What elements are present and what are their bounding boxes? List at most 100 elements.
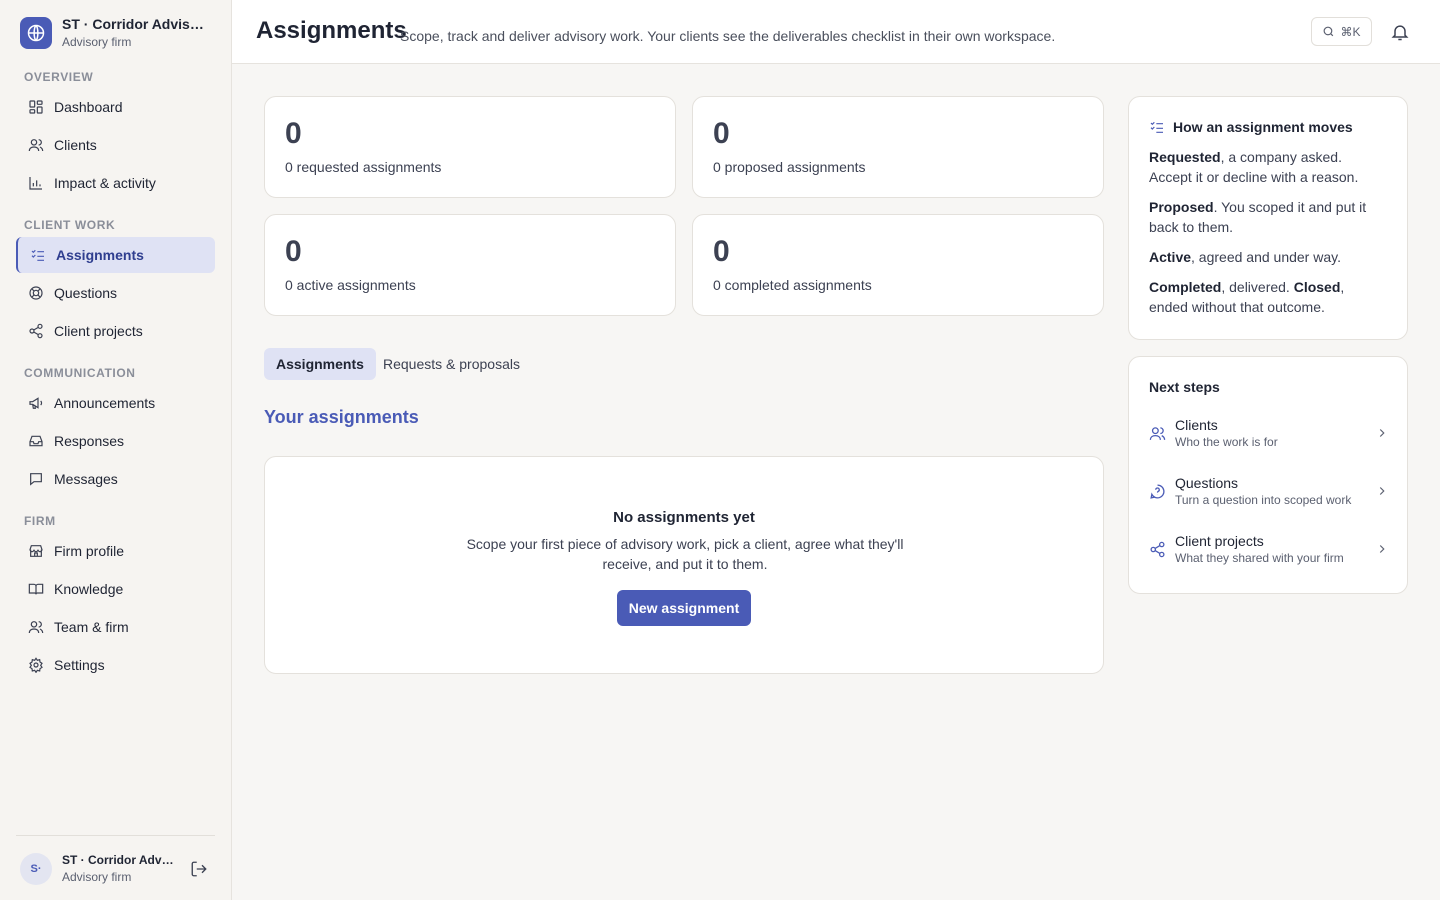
stat-card-proposed: 0 0 proposed assignments (692, 96, 1104, 198)
tab-assignments[interactable]: Assignments (264, 348, 376, 380)
nav-section-client-work: CLIENT WORK (24, 218, 116, 232)
page-header: Assignments Scope, track and deliver adv… (232, 0, 1440, 64)
sidebar-item-settings[interactable]: Settings (16, 647, 215, 683)
search-shortcut: ⌘K (1340, 24, 1361, 39)
sidebar-item-label: Dashboard (54, 99, 123, 115)
sidebar-item-label: Responses (54, 433, 125, 449)
sidebar-item-team-firm[interactable]: Team & firm (16, 609, 215, 645)
next-steps-panel: Next steps Clients Who the work is for Q… (1128, 356, 1408, 594)
chevron-right-icon (1379, 429, 1385, 437)
sidebar-item-label: Settings (54, 657, 105, 673)
stat-card-requested: 0 0 requested assignments (264, 96, 676, 198)
next-step-subtitle: Turn a question into scoped work (1175, 493, 1352, 507)
user-role: Advisory firm (62, 870, 132, 884)
bell-icon[interactable] (1390, 22, 1410, 42)
user-name: ST · Corridor Advis... (62, 853, 174, 867)
org-name: ST · Corridor Advisory... (62, 16, 212, 32)
org-switcher[interactable]: ST · Corridor Advisory... Advisory firm (20, 16, 212, 49)
section-title: Your assignments (264, 407, 419, 427)
rule-proposed: Proposed. You scoped it and put it back … (1149, 199, 1367, 235)
nav-section-communication: COMMUNICATION (24, 366, 136, 380)
sidebar-item-label: Assignments (56, 247, 144, 263)
stat-label: 0 proposed assignments (713, 159, 866, 175)
megaphone-icon (29, 397, 43, 409)
empty-state-title: No assignments yet (613, 509, 755, 526)
sidebar-item-label: Messages (54, 471, 118, 487)
user-menu[interactable]: S· ST · Corridor Advis... Advisory firm (16, 835, 215, 900)
org-type: Advisory firm (62, 35, 132, 49)
page-subtitle: Scope, track and deliver advisory work. … (400, 28, 1056, 44)
next-step-client-projects[interactable]: Client projects What they shared with yo… (1149, 529, 1389, 569)
stat-label: 0 requested assignments (285, 159, 442, 175)
tab-requests-proposals[interactable]: Requests & proposals (371, 348, 532, 380)
sidebar-item-label: Impact & activity (54, 175, 156, 191)
checklist-icon (1150, 121, 1163, 133)
nav-section-overview: OVERVIEW (24, 70, 94, 84)
sidebar-item-label: Knowledge (54, 581, 124, 597)
rule-completed: Completed, delivered. Closed, ended with… (1149, 279, 1345, 315)
sidebar-item-label: Client projects (54, 323, 143, 339)
next-steps-title: Next steps (1149, 379, 1220, 395)
users-icon (28, 621, 44, 634)
share-icon (29, 323, 43, 339)
message-icon (30, 473, 42, 486)
rule-requested: Requested, a company asked. Accept it or… (1149, 149, 1359, 185)
sidebar-item-questions[interactable]: Questions (16, 275, 215, 311)
search-button[interactable]: ⌘K (1311, 17, 1372, 46)
sidebar-item-knowledge[interactable]: Knowledge (16, 571, 215, 607)
users-icon (28, 139, 44, 152)
sidebar-item-label: Announcements (54, 395, 156, 411)
sidebar-item-firm-profile[interactable]: Firm profile (16, 533, 215, 569)
stat-label: 0 active assignments (285, 277, 416, 293)
next-step-clients[interactable]: Clients Who the work is for (1149, 413, 1389, 453)
sidebar-item-label: Firm profile (54, 543, 125, 559)
sidebar-item-assignments[interactable]: Assignments (16, 237, 215, 273)
next-step-title: Client projects (1175, 533, 1264, 549)
next-step-questions[interactable]: Questions Turn a question into scoped wo… (1149, 471, 1389, 511)
sidebar-item-announcements[interactable]: Announcements (16, 385, 215, 421)
stat-label: 0 completed assignments (713, 277, 872, 293)
sidebar-item-label: Clients (54, 137, 97, 153)
gear-icon (29, 657, 43, 673)
checklist-icon (31, 249, 44, 261)
sidebar: ST · Corridor Advisory... Advisory firm … (0, 0, 232, 900)
next-step-subtitle: What they shared with your firm (1175, 551, 1344, 565)
empty-state-card: No assignments yet Scope your first piec… (264, 456, 1104, 674)
stat-value: 0 (285, 235, 302, 268)
empty-state-description: Scope your first piece of advisory work,… (466, 536, 904, 572)
sidebar-item-label: Team & firm (54, 619, 129, 635)
stat-card-active: 0 0 active assignments (264, 214, 676, 316)
next-step-title: Clients (1175, 417, 1218, 433)
chevron-right-icon (1379, 487, 1385, 495)
new-assignment-button[interactable]: New assignment (617, 590, 751, 626)
users-icon (1149, 426, 1166, 440)
sidebar-item-clients[interactable]: Clients (16, 127, 215, 163)
rule-active: Active, agreed and under way. (1149, 249, 1341, 265)
globe-icon (20, 16, 52, 49)
sidebar-item-dashboard[interactable]: Dashboard (16, 89, 215, 125)
stat-value: 0 (713, 235, 730, 268)
store-icon (29, 545, 43, 557)
sidebar-item-client-projects[interactable]: Client projects (16, 313, 215, 349)
nav-section-firm: FIRM (24, 514, 56, 528)
next-step-title: Questions (1175, 475, 1239, 491)
avatar: S· (20, 853, 52, 885)
sidebar-item-impact-activity[interactable]: Impact & activity (16, 165, 215, 201)
stat-value: 0 (285, 117, 302, 150)
panel-title: How an assignment moves (1149, 119, 1387, 135)
panel-title-text: How an assignment moves (1173, 119, 1353, 135)
book-icon (28, 583, 44, 595)
sidebar-item-messages[interactable]: Messages (16, 461, 215, 497)
sidebar-item-label: Questions (54, 285, 118, 301)
logout-icon[interactable] (190, 860, 208, 878)
page-title: Assignments (256, 17, 407, 44)
question-circle-icon (1150, 483, 1165, 499)
lifebuoy-icon (29, 286, 43, 300)
share-icon (1150, 541, 1165, 557)
bar-chart-icon (29, 177, 42, 190)
stat-value: 0 (713, 117, 730, 150)
inbox-icon (29, 435, 43, 447)
sidebar-item-responses[interactable]: Responses (16, 423, 215, 459)
how-assignment-moves-panel: How an assignment moves Requested, a com… (1128, 96, 1408, 340)
stat-card-completed: 0 0 completed assignments (692, 214, 1104, 316)
